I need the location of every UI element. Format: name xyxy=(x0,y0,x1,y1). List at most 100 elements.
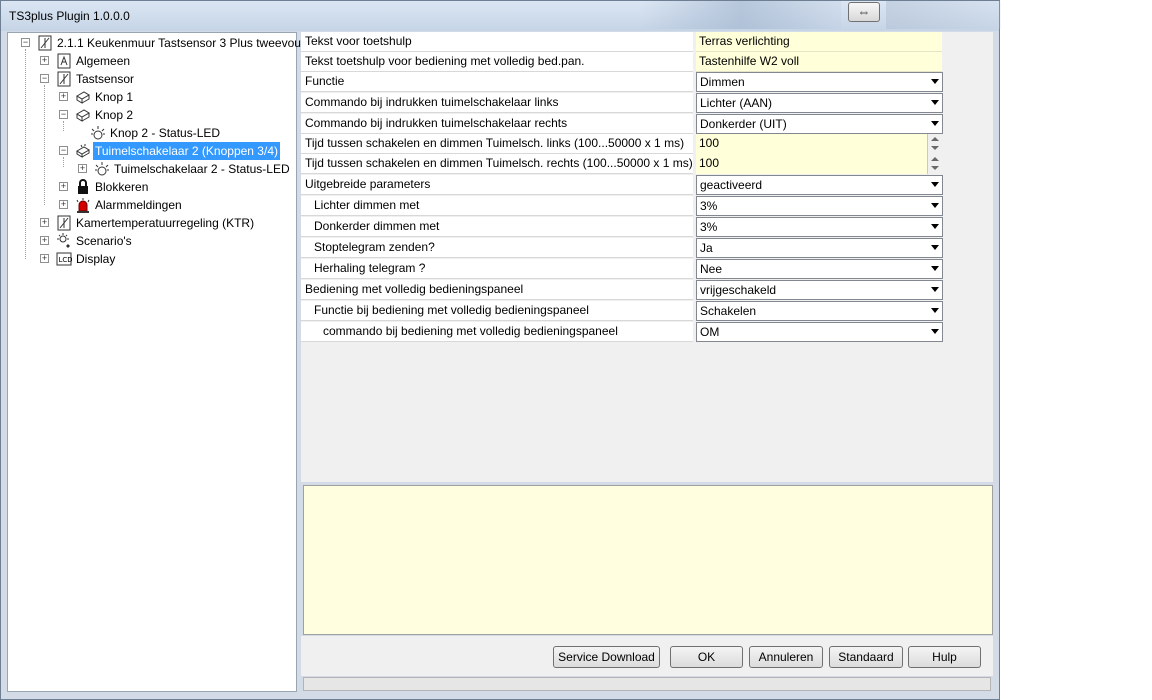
lock-icon xyxy=(75,179,91,195)
led-icon xyxy=(94,161,110,177)
title-bar[interactable]: TS3plus Plugin 1.0.0.0 ⇔ xyxy=(1,1,1001,31)
button-icon xyxy=(75,107,91,123)
tree-line xyxy=(44,85,45,205)
tree-label: Alarmmeldingen xyxy=(95,198,182,212)
param-row: Donkerder dimmen met 3% xyxy=(301,217,943,237)
param-row: Tekst voor toetshulp Terras verlichting xyxy=(301,32,943,52)
help-button[interactable]: Hulp xyxy=(908,646,981,668)
tree-item-knop-2[interactable]: − Knop 2 xyxy=(54,106,284,124)
blurred-background xyxy=(641,1,841,29)
horizontal-scrollbar[interactable] xyxy=(303,677,991,691)
collapse-icon[interactable]: − xyxy=(59,146,68,155)
select-dropdown[interactable]: vrijgeschakeld xyxy=(696,280,943,300)
expand-icon[interactable]: + xyxy=(40,236,49,245)
cancel-button[interactable]: Annuleren xyxy=(749,646,823,668)
restore-icon[interactable]: ⇔ xyxy=(848,2,880,22)
text-input[interactable]: Tastenhilfe W2 voll xyxy=(696,52,942,72)
param-row: commando bij bediening met volledig bedi… xyxy=(301,322,943,342)
collapse-icon[interactable]: − xyxy=(40,74,49,83)
select-dropdown[interactable]: Nee xyxy=(696,259,943,279)
select-value: geactiveerd xyxy=(700,178,763,192)
dropdown-arrow-icon xyxy=(931,203,939,208)
expand-icon[interactable]: + xyxy=(40,254,49,263)
dropdown-arrow-icon xyxy=(931,79,939,84)
number-spinner[interactable]: 100 xyxy=(696,134,942,154)
param-label: Herhaling telegram ? xyxy=(301,259,693,279)
select-dropdown[interactable]: Schakelen xyxy=(696,301,943,321)
tree-item-tuimelschakelaar-2[interactable]: − Tuimelschakelaar 2 (Knoppen 3/4) xyxy=(54,142,284,160)
collapse-icon[interactable]: − xyxy=(21,38,30,47)
number-spinner[interactable]: 100 xyxy=(696,154,942,174)
blurred-background xyxy=(886,1,1001,29)
tree-item-tastsensor[interactable]: − Tastsensor xyxy=(35,70,285,88)
spin-down-icon[interactable] xyxy=(931,146,939,150)
tree-label: Knop 2 - Status-LED xyxy=(110,126,221,140)
tree-item-knop-2-status-led[interactable]: Knop 2 - Status-LED xyxy=(88,124,288,142)
spinner-buttons[interactable] xyxy=(927,134,942,154)
spin-down-icon[interactable] xyxy=(931,166,939,170)
tree-line xyxy=(25,49,26,259)
select-dropdown[interactable]: Lichter (AAN) xyxy=(696,93,943,113)
tree-item-tuimelschakelaar-2-status-led[interactable]: + Tuimelschakelaar 2 - Status-LED xyxy=(73,160,293,178)
description-panel xyxy=(303,485,993,635)
select-value: 3% xyxy=(700,220,718,234)
param-label: Stoptelegram zenden? xyxy=(301,238,693,258)
expand-icon[interactable]: + xyxy=(78,164,87,173)
param-label: Commando bij indrukken tuimelschakelaar … xyxy=(301,93,693,113)
plugin-window: TS3plus Plugin 1.0.0.0 ⇔ − 2.1.1 Keukenm… xyxy=(0,0,1001,700)
collapse-icon[interactable]: − xyxy=(59,110,68,119)
tree-item-scenarios[interactable]: + Scenario's xyxy=(35,232,285,250)
param-label: commando bij bediening met volledig bedi… xyxy=(301,322,693,342)
scene-icon xyxy=(56,233,72,249)
service-download-button[interactable]: Service Download xyxy=(553,646,660,668)
select-dropdown[interactable]: OM xyxy=(696,322,943,342)
spin-up-icon[interactable] xyxy=(931,137,939,141)
dropdown-arrow-icon xyxy=(931,266,939,271)
param-label: Functie xyxy=(301,72,693,92)
param-row: Commando bij indrukken tuimelschakelaar … xyxy=(301,114,943,134)
expand-icon[interactable]: + xyxy=(59,200,68,209)
dropdown-arrow-icon xyxy=(931,308,939,313)
select-dropdown[interactable]: Dimmen xyxy=(696,72,943,92)
ok-button[interactable]: OK xyxy=(670,646,743,668)
led-icon xyxy=(90,125,106,141)
text-input[interactable]: Terras verlichting xyxy=(696,32,942,52)
tree-item-algemeen[interactable]: + Algemeen xyxy=(35,52,285,70)
tree-item-blokkeren[interactable]: + Blokkeren xyxy=(54,178,284,196)
tree-item-knop-1[interactable]: + Knop 1 xyxy=(54,88,284,106)
general-icon xyxy=(56,53,72,69)
expand-icon[interactable]: + xyxy=(40,218,49,227)
tree-label: Knop 2 xyxy=(95,108,134,122)
tree-label: Blokkeren xyxy=(95,180,149,194)
tree-item-alarmmeldingen[interactable]: + Alarmmeldingen xyxy=(54,196,284,214)
param-label: Commando bij indrukken tuimelschakelaar … xyxy=(301,114,693,134)
param-row: Functie Dimmen xyxy=(301,72,943,92)
tree-item-display[interactable]: + LCD Display xyxy=(35,250,285,268)
spinner-buttons[interactable] xyxy=(927,154,942,174)
select-value: Lichter (AAN) xyxy=(700,96,773,110)
tree-item-ktr[interactable]: + Kamertemperatuurregeling (KTR) xyxy=(35,214,295,232)
param-label: Tekst voor toetshulp xyxy=(301,32,693,52)
select-dropdown[interactable]: Donkerder (UIT) xyxy=(696,114,943,134)
expand-icon[interactable]: + xyxy=(59,92,68,101)
select-value: Nee xyxy=(700,262,723,276)
spin-up-icon[interactable] xyxy=(931,157,939,161)
expand-icon[interactable]: + xyxy=(59,182,68,191)
tree-root[interactable]: − 2.1.1 Keukenmuur Tastsensor 3 Plus twe… xyxy=(16,34,317,52)
dropdown-arrow-icon xyxy=(931,224,939,229)
select-dropdown[interactable]: geactiveerd xyxy=(696,175,943,195)
param-label: Bediening met volledig bedieningspaneel xyxy=(301,280,693,300)
lcd-icon: LCD xyxy=(56,251,73,267)
param-row: Bediening met volledig bedieningspaneel … xyxy=(301,280,943,300)
select-value: Schakelen xyxy=(700,304,757,318)
parameter-list: Tekst voor toetshulp Terras verlichting … xyxy=(301,32,993,482)
spinner-value: 100 xyxy=(699,136,720,150)
param-row: Herhaling telegram ? Nee xyxy=(301,259,943,279)
parameter-tree: − 2.1.1 Keukenmuur Tastsensor 3 Plus twe… xyxy=(7,32,317,692)
default-button[interactable]: Standaard xyxy=(829,646,903,668)
select-dropdown[interactable]: 3% xyxy=(696,217,943,237)
expand-icon[interactable]: + xyxy=(40,56,49,65)
button-bar: Service Download OK Annuleren Standaard … xyxy=(301,636,993,676)
select-dropdown[interactable]: 3% xyxy=(696,196,943,216)
select-dropdown[interactable]: Ja xyxy=(696,238,943,258)
